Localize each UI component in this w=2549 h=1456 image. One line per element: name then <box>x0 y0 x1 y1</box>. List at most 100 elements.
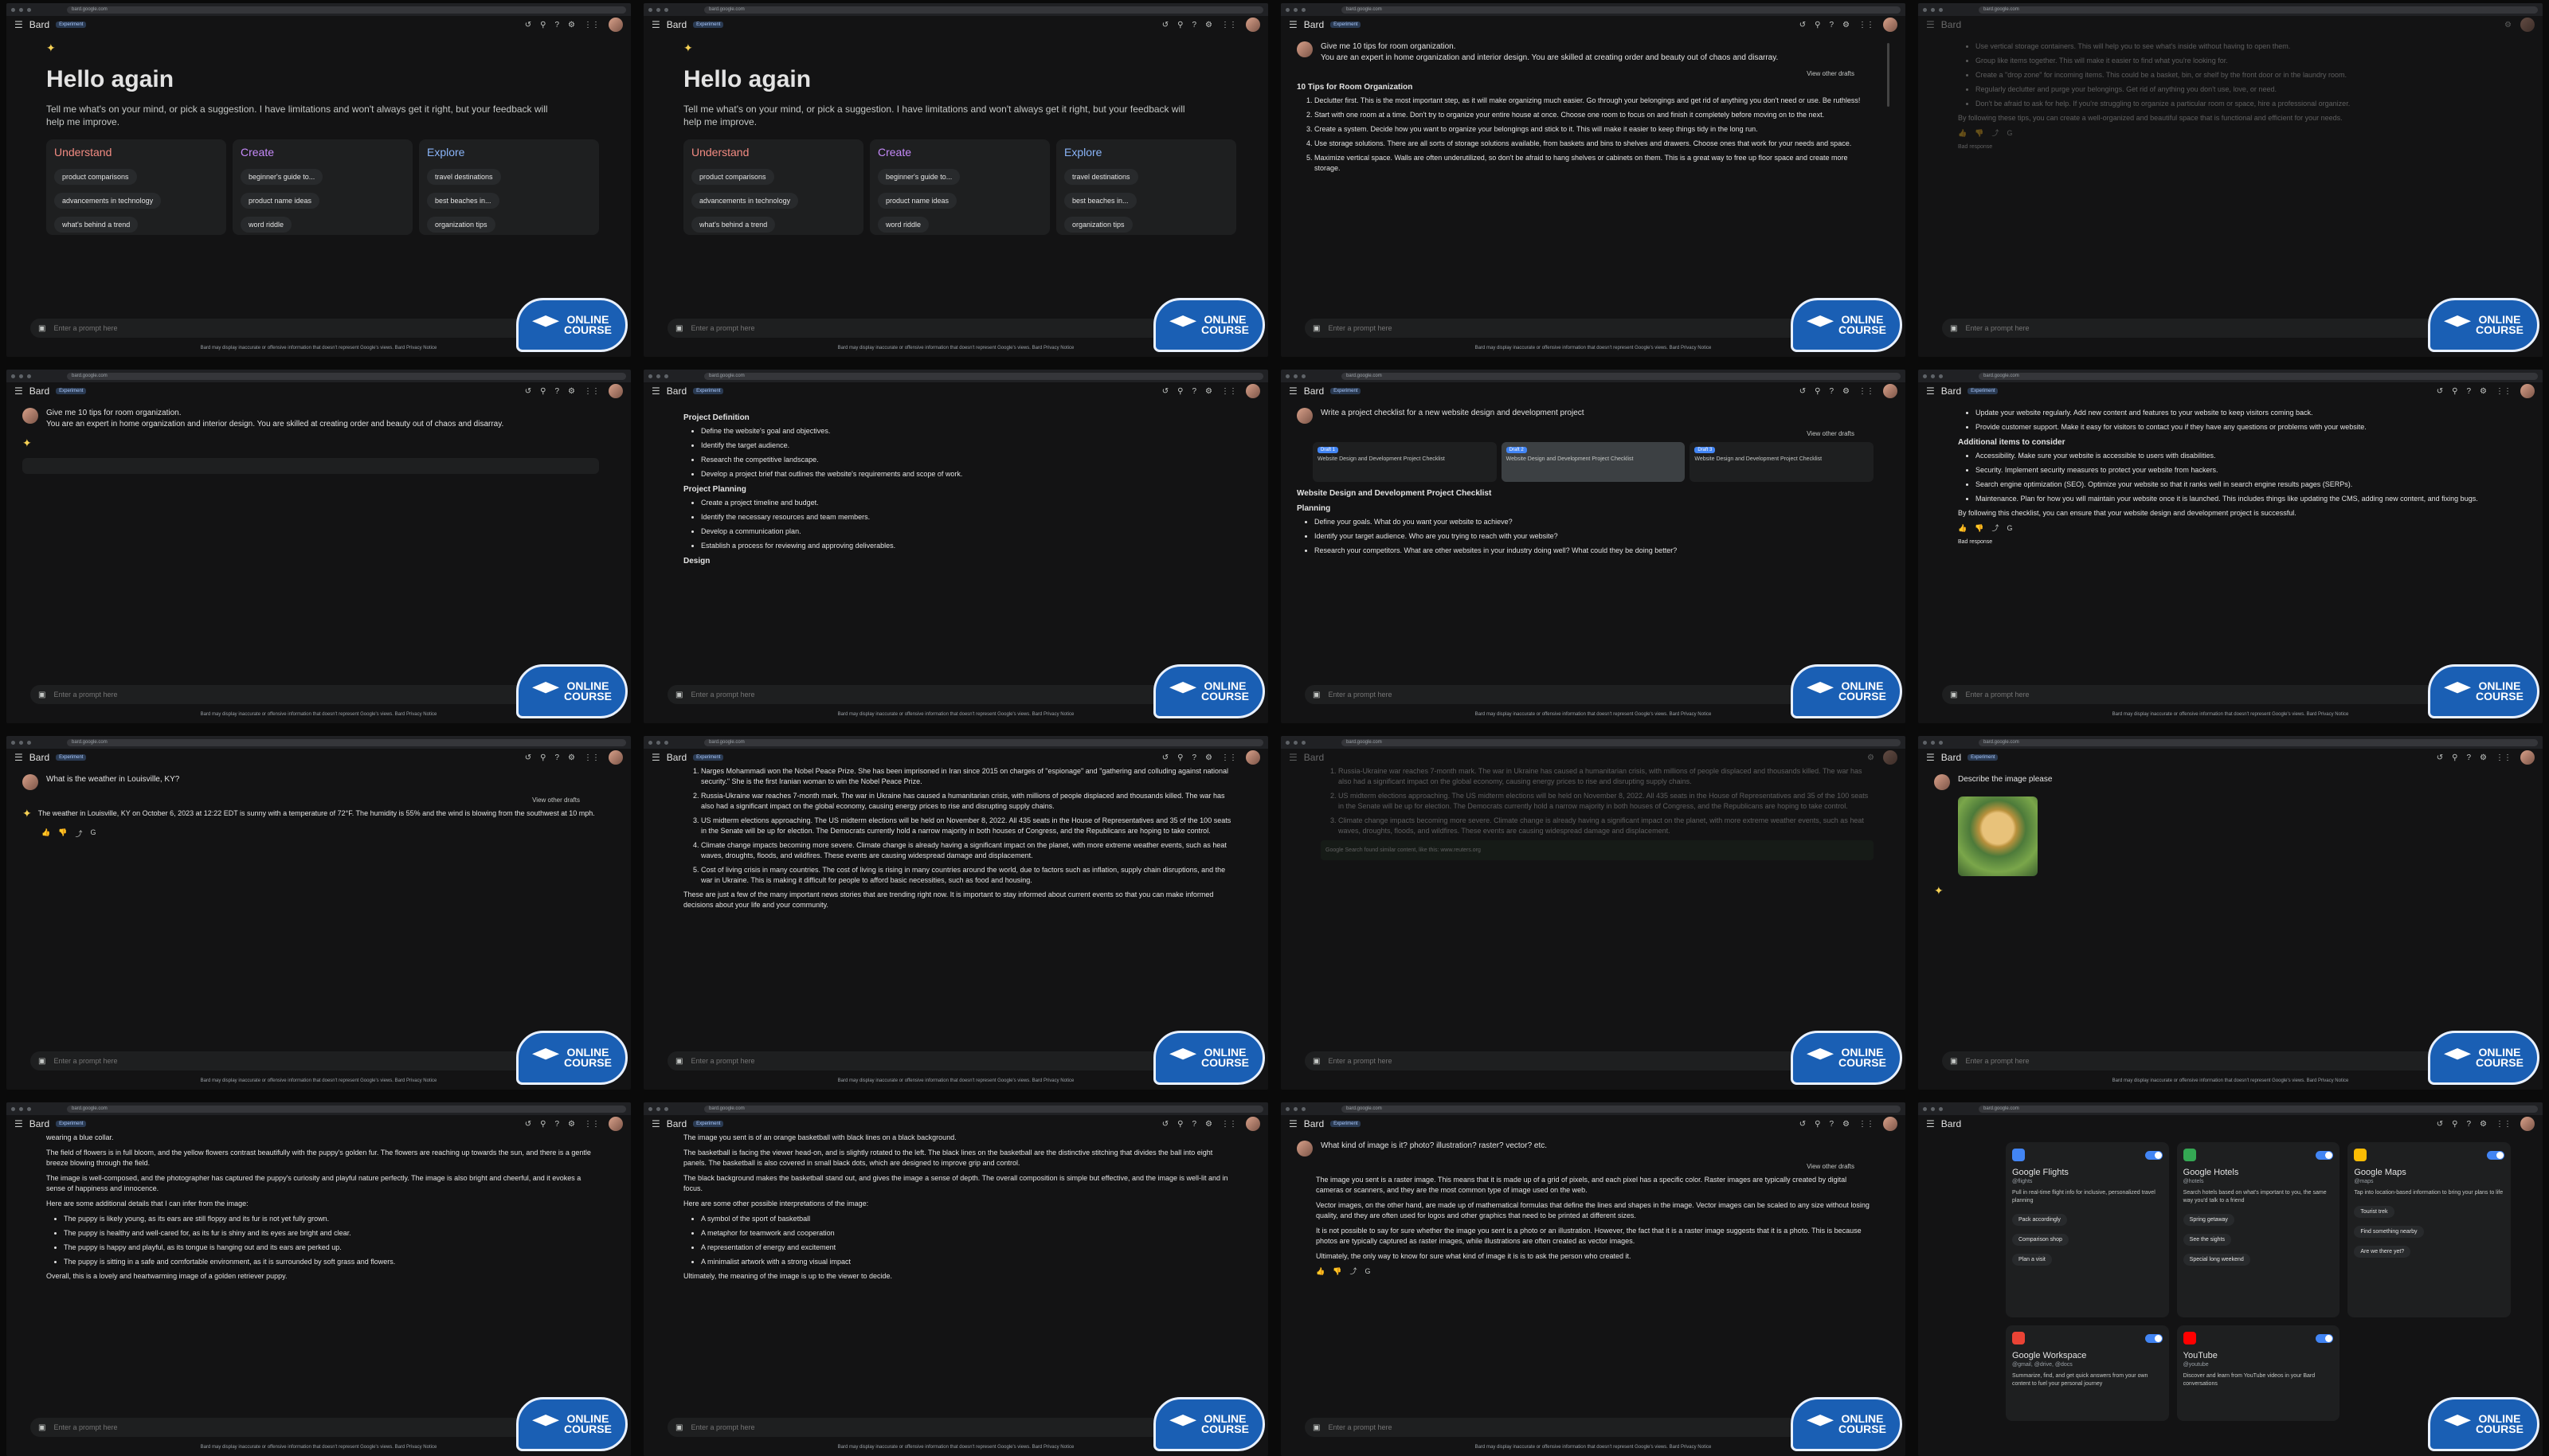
help-icon[interactable]: ? <box>1192 387 1196 396</box>
apps-icon[interactable]: ⋮⋮ <box>1221 21 1237 29</box>
prompt-input[interactable] <box>53 691 535 699</box>
prompt-input[interactable] <box>53 1423 535 1431</box>
image-upload-icon[interactable]: ▣ <box>675 691 683 699</box>
settings-icon[interactable]: ⚙ <box>568 753 575 762</box>
history-icon[interactable]: ↺ <box>1162 1120 1169 1129</box>
url-bar[interactable]: bard.google.com <box>704 1105 1263 1113</box>
scrollbar[interactable] <box>1887 43 1889 107</box>
avatar[interactable] <box>609 1117 623 1131</box>
history-icon[interactable]: ↺ <box>2437 1120 2443 1129</box>
suggestion-chip[interactable]: best beaches in... <box>1064 193 1137 209</box>
image-upload-icon[interactable]: ▣ <box>1313 1057 1320 1066</box>
suggestion-chip[interactable]: best beaches in... <box>427 193 499 209</box>
settings-icon[interactable]: ⚙ <box>1205 21 1212 29</box>
image-upload-icon[interactable]: ▣ <box>1313 691 1320 699</box>
history-icon[interactable]: ↺ <box>525 387 531 396</box>
settings-icon[interactable]: ⚙ <box>2480 387 2487 396</box>
url-bar[interactable]: bard.google.com <box>1341 1105 1901 1113</box>
url-bar[interactable]: bard.google.com <box>1341 6 1901 14</box>
apps-icon[interactable]: ⋮⋮ <box>1221 1120 1237 1129</box>
prompt-input[interactable] <box>691 1057 1173 1065</box>
extensions-icon[interactable]: ⚲ <box>540 1120 546 1129</box>
settings-icon[interactable]: ⚙ <box>2480 1120 2487 1129</box>
extensions-icon[interactable]: ⚲ <box>1815 1120 1820 1129</box>
extensions-icon[interactable]: ⚲ <box>1177 753 1183 762</box>
menu-icon[interactable]: ☰ <box>1289 1118 1298 1129</box>
extension-toggle[interactable] <box>2316 1150 2334 1160</box>
avatar[interactable] <box>1883 384 1897 398</box>
apps-icon[interactable]: ⋮⋮ <box>584 21 600 29</box>
extension-chip[interactable]: Tourist trek <box>2354 1206 2394 1218</box>
avatar[interactable] <box>2520 18 2535 32</box>
extensions-icon[interactable]: ⚲ <box>1177 387 1183 396</box>
apps-icon[interactable]: ⋮⋮ <box>2496 1120 2512 1129</box>
url-bar[interactable]: bard.google.com <box>704 738 1263 746</box>
menu-icon[interactable]: ☰ <box>14 19 23 30</box>
image-upload-icon[interactable]: ▣ <box>38 1057 45 1066</box>
url-bar[interactable]: bard.google.com <box>704 6 1263 14</box>
prompt-input[interactable] <box>691 691 1173 699</box>
menu-icon[interactable]: ☰ <box>1926 1118 1935 1129</box>
thumbs-down-icon[interactable]: 👎 <box>1975 128 1983 139</box>
extension-chip[interactable]: Plan a visit <box>2012 1254 2052 1266</box>
suggestion-chip[interactable]: advancements in technology <box>54 193 162 209</box>
history-icon[interactable]: ↺ <box>525 21 531 29</box>
avatar[interactable] <box>1246 18 1260 32</box>
settings-icon[interactable]: ⚙ <box>2480 753 2487 762</box>
settings-icon[interactable]: ⚙ <box>1205 753 1212 762</box>
help-icon[interactable]: ? <box>554 753 559 762</box>
avatar[interactable] <box>2520 750 2535 765</box>
extensions-icon[interactable]: ⚲ <box>1177 21 1183 29</box>
extensions-icon[interactable]: ⚲ <box>540 387 546 396</box>
help-icon[interactable]: ? <box>2466 753 2471 762</box>
menu-icon[interactable]: ☰ <box>1289 386 1298 397</box>
suggestion-chip[interactable]: travel destinations <box>1064 169 1138 185</box>
url-bar[interactable]: bard.google.com <box>1979 1105 2538 1113</box>
share-icon[interactable]: ⤴ <box>75 828 82 839</box>
history-icon[interactable]: ↺ <box>1799 21 1806 29</box>
draft-card[interactable]: Draft 3 Website Design and Development Pr… <box>1690 442 1874 482</box>
menu-icon[interactable]: ☰ <box>652 1118 660 1129</box>
settings-icon[interactable]: ⚙ <box>1842 21 1850 29</box>
help-icon[interactable]: ? <box>1829 21 1834 29</box>
thumbs-down-icon[interactable]: 👎 <box>1975 523 1983 534</box>
url-bar[interactable]: bard.google.com <box>1979 738 2538 746</box>
suggestion-chip[interactable]: product name ideas <box>878 193 957 209</box>
history-icon[interactable]: ↺ <box>1162 387 1169 396</box>
avatar[interactable] <box>2520 1117 2535 1131</box>
thumbs-down-icon[interactable]: 👎 <box>58 828 67 839</box>
apps-icon[interactable]: ⋮⋮ <box>1858 1120 1874 1129</box>
uploaded-puppy-image[interactable] <box>1958 796 2038 876</box>
image-upload-icon[interactable]: ▣ <box>38 324 45 333</box>
avatar[interactable] <box>1246 384 1260 398</box>
apps-icon[interactable]: ⋮⋮ <box>1858 387 1874 396</box>
avatar[interactable] <box>1246 750 1260 765</box>
share-icon[interactable]: ⤴ <box>1349 1266 1357 1277</box>
apps-icon[interactable]: ⋮⋮ <box>1858 21 1874 29</box>
prompt-input[interactable] <box>1328 324 1810 332</box>
extension-toggle[interactable] <box>2316 1333 2334 1343</box>
suggestion-chip[interactable]: product comparisons <box>691 169 774 185</box>
share-icon[interactable]: ⤴ <box>1991 128 1999 139</box>
help-icon[interactable]: ? <box>554 1120 559 1129</box>
extensions-icon[interactable]: ⚲ <box>1815 21 1820 29</box>
menu-icon[interactable]: ☰ <box>14 1118 23 1129</box>
prompt-input[interactable] <box>53 324 535 332</box>
extensions-icon[interactable]: ⚲ <box>2452 387 2457 396</box>
apps-icon[interactable]: ⋮⋮ <box>2496 387 2512 396</box>
google-it-icon[interactable]: G <box>90 828 96 839</box>
avatar[interactable] <box>1246 1117 1260 1131</box>
apps-icon[interactable]: ⋮⋮ <box>2496 753 2512 762</box>
extension-toggle[interactable] <box>2487 1150 2504 1160</box>
menu-icon[interactable]: ☰ <box>652 752 660 763</box>
help-icon[interactable]: ? <box>2466 1120 2471 1129</box>
extensions-icon[interactable]: ⚲ <box>2452 1120 2457 1129</box>
avatar[interactable] <box>2520 384 2535 398</box>
suggestion-chip[interactable]: organization tips <box>427 217 495 233</box>
thumbs-up-icon[interactable]: 👍 <box>1316 1266 1325 1277</box>
url-bar[interactable]: bard.google.com <box>67 372 626 380</box>
extensions-icon[interactable]: ⚲ <box>1177 1120 1183 1129</box>
extension-chip[interactable]: See the sights <box>2183 1234 2232 1246</box>
prompt-input[interactable] <box>53 1057 535 1065</box>
suggestion-chip[interactable]: product comparisons <box>54 169 137 185</box>
